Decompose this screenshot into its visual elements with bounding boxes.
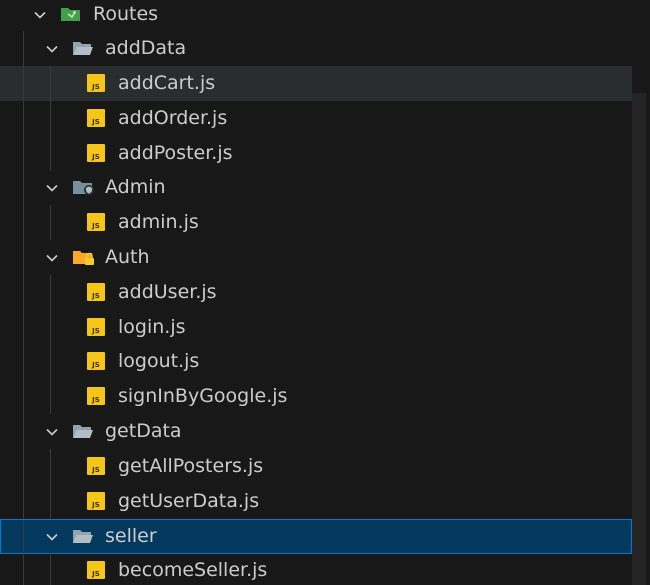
tree-folder-adddata[interactable]: addData [0,31,632,66]
tree-file-login[interactable]: JS login.js [0,310,632,345]
indent-guide [23,170,24,205]
tree-file-addorder[interactable]: JS addOrder.js [0,101,632,136]
tree-file-becomeseller[interactable]: JS becomeSeller.js [0,553,632,585]
js-file-icon: JS [87,310,109,345]
tree-folder-label: getData [105,420,182,442]
tree-file-label: getUserData.js [118,490,260,512]
tree-file-getallposters[interactable]: JS getAllPosters.js [0,449,632,484]
tree-file-admin[interactable]: JS admin.js [0,205,632,240]
js-file-icon: JS [87,553,109,585]
indent-guide [50,136,51,171]
folder-open-icon [72,414,94,449]
svg-text:JS: JS [91,466,100,474]
js-file-icon: JS [87,205,109,240]
svg-text:JS: JS [91,396,100,404]
chevron-down-icon[interactable] [42,519,62,554]
svg-text:JS: JS [91,222,100,230]
indent-guide [50,344,51,379]
indent-guide [23,275,24,310]
auth-folder-icon [72,240,94,275]
tree-file-label: addUser.js [118,281,217,303]
file-explorer-tree: Routes addData JS addCart.js JS addOrder… [0,0,650,585]
tree-folder-label: addData [105,37,187,59]
indent-guide [23,414,24,449]
tree-file-label: admin.js [118,211,199,233]
tree-folder-getdata[interactable]: getData [0,414,632,449]
indent-guide [23,205,24,240]
indent-guide [23,101,24,136]
svg-text:JS: JS [91,570,100,578]
indent-guide [50,205,51,240]
routes-folder-icon [60,0,82,32]
indent-guide [50,101,51,136]
indent-guide [23,66,24,101]
tree-file-label: signInByGoogle.js [118,385,288,407]
tree-file-label: getAllPosters.js [118,455,264,477]
tree-file-label: becomeSeller.js [118,559,268,581]
chevron-down-icon[interactable] [42,414,62,449]
indent-guide [50,66,51,101]
tree-file-label: addPoster.js [118,142,233,164]
indent-guide [23,240,24,275]
tree-file-getuserdata[interactable]: JS getUserData.js [0,484,632,519]
js-file-icon: JS [87,275,109,310]
indent-guide [23,553,24,585]
admin-folder-icon [72,170,94,205]
svg-text:JS: JS [91,501,100,509]
folder-open-icon [72,31,94,66]
svg-text:JS: JS [91,83,100,91]
chevron-down-icon[interactable] [42,240,62,275]
tree-folder-seller[interactable]: seller [0,519,632,555]
tree-file-label: logout.js [118,350,200,372]
js-file-icon: JS [87,484,109,519]
js-file-icon: JS [87,136,109,171]
indent-guide [23,484,24,519]
svg-text:JS: JS [91,292,100,300]
indent-guide [23,136,24,171]
svg-text:JS: JS [91,327,100,335]
tree-folder-label: Admin [105,176,166,198]
indent-guide [23,449,24,484]
chevron-down-icon[interactable] [42,170,62,205]
tree-folder-label: Routes [93,3,159,25]
tree-folder-auth[interactable]: Auth [0,240,632,275]
js-file-icon: JS [87,66,109,101]
svg-text:JS: JS [91,361,100,369]
chevron-down-icon[interactable] [30,0,50,32]
indent-guide [50,379,51,414]
js-file-icon: JS [87,449,109,484]
tree-file-label: addOrder.js [118,107,228,129]
tree-folder-label: Auth [105,246,150,268]
tree-folder-admin[interactable]: Admin [0,170,632,205]
tree-file-label: login.js [118,316,186,338]
tree-file-addcart[interactable]: JS addCart.js [0,66,632,101]
js-file-icon: JS [87,344,109,379]
indent-guide [50,275,51,310]
indent-guide [50,310,51,345]
tree-folder-routes[interactable]: Routes [0,0,632,32]
indent-guide [23,310,24,345]
indent-guide [23,344,24,379]
js-file-icon: JS [87,101,109,136]
chevron-down-icon[interactable] [42,31,62,66]
indent-guide [50,449,51,484]
indent-guide [23,379,24,414]
indent-guide [23,520,24,555]
tree-file-signinbygoogle[interactable]: JS signInByGoogle.js [0,379,632,414]
js-file-icon: JS [87,379,109,414]
tree-file-logout[interactable]: JS logout.js [0,344,632,379]
svg-text:JS: JS [91,118,100,126]
indent-guide [23,31,24,66]
svg-text:JS: JS [91,153,100,161]
indent-guide [50,484,51,519]
vertical-scrollbar[interactable] [632,93,646,585]
tree-file-adduser[interactable]: JS addUser.js [0,275,632,310]
folder-open-icon [72,519,94,554]
tree-folder-label: seller [105,525,157,547]
indent-guide [50,553,51,585]
tree-file-addposter[interactable]: JS addPoster.js [0,136,632,171]
tree-file-label: addCart.js [118,72,216,94]
